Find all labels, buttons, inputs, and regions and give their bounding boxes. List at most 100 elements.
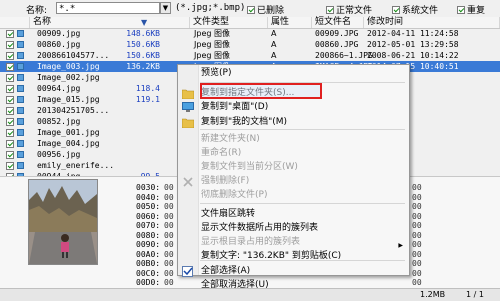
status-size: 1.2MB — [420, 290, 446, 299]
hex-line: 00 — [412, 278, 422, 287]
menu-item[interactable]: 复制文字: "136.2KB" 到剪贴板(C) — [201, 250, 341, 263]
row-size: 118.4 — [135, 84, 160, 93]
column-header-name[interactable]: 名称 — [30, 17, 190, 28]
hex-line: 0070: — [136, 221, 161, 230]
row-checkbox[interactable] — [6, 140, 14, 148]
row-checkbox[interactable] — [6, 52, 14, 60]
sort-descending-icon: ▼ — [141, 18, 148, 27]
row-name: 201304251705... — [37, 106, 110, 115]
row-type: Jpeg 图像 — [194, 40, 230, 49]
hex-bytes-right: 000000000000000000000000 — [412, 183, 422, 297]
table-row[interactable]: 00860.jpg 150.6KB Jpeg 图像 A 00860.JPG 2012-05… — [0, 39, 500, 50]
hex-offsets: 0030: 0040: 0050: 0060: 0070: 0080: 0090: 00A0:… — [136, 183, 160, 297]
file-icon — [17, 162, 24, 169]
hex-line: 00 — [164, 249, 174, 259]
row-checkbox[interactable] — [6, 74, 14, 82]
duplicate-filter-checkbox[interactable]: 重复 — [457, 3, 485, 16]
row-shortname: 200866~1.JPG — [315, 51, 373, 60]
hex-line: 0080: — [136, 230, 161, 240]
menu-item: 强制删除(F) — [201, 176, 250, 186]
table-row[interactable]: 200866104577... 150.6KB Jpeg 图像 A 200866~1.J… — [0, 50, 500, 61]
system-filter-checkbox[interactable]: 系统文件 — [392, 3, 438, 16]
row-size: 136.2KB — [126, 62, 160, 71]
menu-item: 显示根目录占用的簇列表 — [201, 237, 301, 247]
column-header-modified[interactable]: 修改时间 — [364, 17, 500, 28]
row-checkbox[interactable] — [6, 107, 14, 115]
menu-item[interactable]: 文件扇区跳转 — [201, 208, 255, 221]
column-header-shortname[interactable]: 短文件名 — [312, 17, 364, 28]
menu-separator — [200, 203, 405, 204]
hex-line: 00 — [164, 268, 174, 278]
row-name: Image_002.jpg — [37, 73, 100, 82]
file-icon — [17, 151, 24, 158]
row-checkbox[interactable] — [6, 151, 14, 159]
hex-line: 00 — [164, 230, 174, 240]
file-icon — [17, 63, 24, 70]
row-checkbox[interactable] — [6, 41, 14, 49]
row-shortname: 00860.JPG — [315, 40, 359, 49]
deleted-filter-checkbox[interactable]: 已删除 — [247, 3, 284, 16]
file-icon — [17, 52, 24, 59]
row-checkbox[interactable] — [6, 96, 14, 104]
row-checkbox[interactable] — [6, 129, 14, 137]
hex-bytes-left: 000000000000000000000000 — [164, 183, 174, 297]
row-name: Image_004.jpg — [37, 139, 100, 148]
menu-item[interactable]: 全部选择(A) — [201, 265, 250, 278]
file-icon — [17, 30, 24, 37]
column-header-attr[interactable]: 属性 — [268, 17, 312, 28]
row-checkbox[interactable] — [6, 162, 14, 170]
hex-line: 00 — [164, 278, 174, 287]
table-row[interactable]: 00909.jpg 148.6KB Jpeg 图像 A 00909.JPG 2012-04… — [0, 28, 500, 39]
menu-item: 新建文件夹(N) — [201, 134, 260, 144]
file-icon — [17, 140, 24, 147]
submenu-arrow-icon: ▶ — [398, 242, 403, 249]
hex-line: 00C0: — [136, 268, 161, 278]
menu-item[interactable]: 预览(P) — [201, 67, 231, 80]
menu-item[interactable]: 显示文件数据所占用的簇列表 — [201, 222, 318, 235]
header-check-col — [0, 17, 30, 28]
column-header-type[interactable]: 文件类型 — [190, 17, 268, 28]
menu-item[interactable]: 全部取消选择(U) — [201, 279, 269, 292]
row-name: 00909.jpg — [37, 29, 81, 38]
hex-line: 00 — [412, 183, 422, 192]
file-icon — [17, 107, 24, 114]
hex-line: 00 — [412, 240, 422, 249]
check-icon — [182, 266, 194, 277]
hex-line: 00 — [164, 240, 174, 249]
normal-filter-checkbox[interactable]: 正常文件 — [326, 3, 372, 16]
documents-folder-icon — [181, 117, 195, 129]
hex-line: 00 — [164, 183, 174, 192]
name-filter-input[interactable]: *.* — [56, 2, 160, 14]
name-label: 名称: — [26, 6, 48, 16]
row-name: Image_003.jpg — [37, 62, 100, 71]
file-icon — [17, 96, 24, 103]
hex-line: 0060: — [136, 211, 161, 221]
menu-item: 彻底删除文件(P) — [201, 190, 268, 200]
menu-item: 重命名(R) — [201, 148, 242, 158]
hex-line: 00 — [412, 192, 422, 202]
row-size: 150.6KB — [126, 51, 160, 60]
hex-line: 00 — [164, 202, 174, 211]
hex-line: 00 — [164, 192, 174, 202]
row-name: 00852.jpg — [37, 117, 81, 126]
menu-item[interactable]: 复制到"我的文档"(M) — [201, 116, 287, 129]
row-attr: A — [271, 40, 277, 49]
row-name: emily_enerife... — [37, 161, 115, 170]
row-checkbox[interactable] — [6, 63, 14, 71]
name-filter-dropdown[interactable]: ▼ — [160, 2, 171, 14]
file-icon — [17, 85, 24, 92]
menu-item: 复制文件到当前分区(W) — [201, 162, 298, 172]
file-icon — [17, 41, 24, 48]
row-checkbox[interactable] — [6, 85, 14, 93]
hex-line: 00A0: — [136, 249, 161, 259]
row-checkbox[interactable] — [6, 30, 14, 38]
hex-line: 00D0: — [136, 278, 161, 287]
row-modified: 2008-06-21 10:14:22 — [367, 51, 459, 60]
row-shortname: 00909.JPG — [315, 29, 359, 38]
row-name: 200866104577... — [37, 51, 110, 60]
row-name: Image_015.jpg — [37, 95, 100, 104]
row-checkbox[interactable] — [6, 118, 14, 126]
menu-item[interactable]: 复制到"桌面"(D) — [201, 101, 268, 114]
hex-line: 00 — [412, 249, 422, 259]
status-page: 1 / 1 — [466, 290, 484, 299]
